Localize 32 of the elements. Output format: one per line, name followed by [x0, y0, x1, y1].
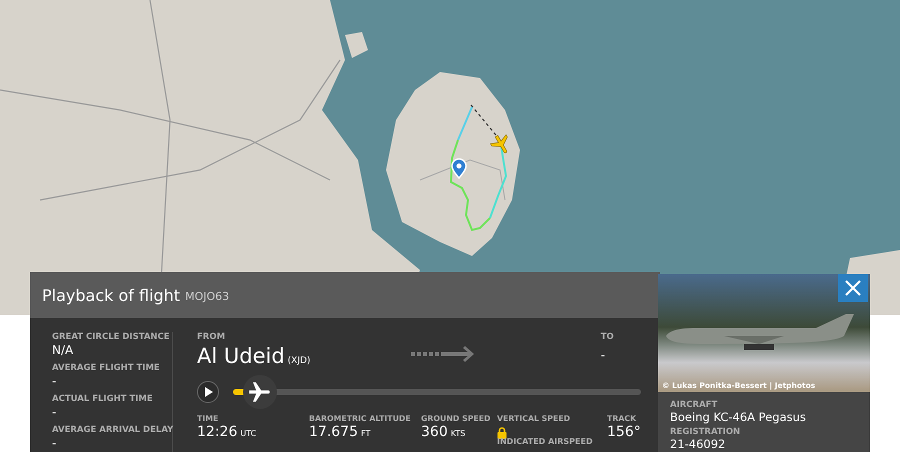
stat-value: -: [52, 374, 58, 388]
origin-airport: Al Udeid(XJD): [197, 344, 312, 370]
stat-value: -: [52, 405, 58, 419]
close-button[interactable]: [838, 274, 868, 302]
panel-title: Playback of flight: [42, 286, 180, 304]
stat-value: -: [52, 436, 58, 450]
destination-value: -: [600, 348, 606, 362]
to-label: TO: [600, 332, 615, 342]
telemetry-value: 360 KTS: [421, 424, 466, 440]
telemetry-value: 156°: [607, 424, 641, 440]
telemetry-label: INDICATED AIRSPEED: [497, 437, 594, 446]
airplane-icon[interactable]: [490, 134, 508, 154]
play-icon: [204, 387, 212, 397]
aircraft-field-label: AIRCRAFT: [670, 400, 718, 410]
stat-label: AVERAGE ARRIVAL DELAY: [52, 425, 172, 435]
stat-label: AVERAGE FLIGHT TIME: [52, 363, 161, 373]
stat-label: ACTUAL FLIGHT TIME: [52, 394, 154, 404]
aircraft-field-value: 21-46092: [670, 437, 726, 451]
telemetry-value: 12:26 UTC: [197, 424, 258, 440]
flight-callsign: MOJO63: [185, 290, 230, 303]
lock-icon: [497, 427, 507, 439]
playback-slider[interactable]: [233, 375, 641, 409]
slider-thumb[interactable]: [243, 375, 278, 409]
play-button[interactable]: [197, 381, 219, 403]
close-icon: [845, 280, 861, 296]
location-pin-icon[interactable]: [451, 158, 467, 179]
from-label: FROM: [197, 332, 226, 342]
stat-label: GREAT CIRCLE DISTANCE: [52, 332, 171, 342]
stat-value: N/A: [52, 343, 74, 357]
aircraft-field-label: REGISTRATION: [670, 427, 742, 437]
aircraft-field-value: Boeing KC-46A Pegasus: [670, 410, 807, 424]
telemetry-value: 17.675 FT: [309, 424, 372, 440]
